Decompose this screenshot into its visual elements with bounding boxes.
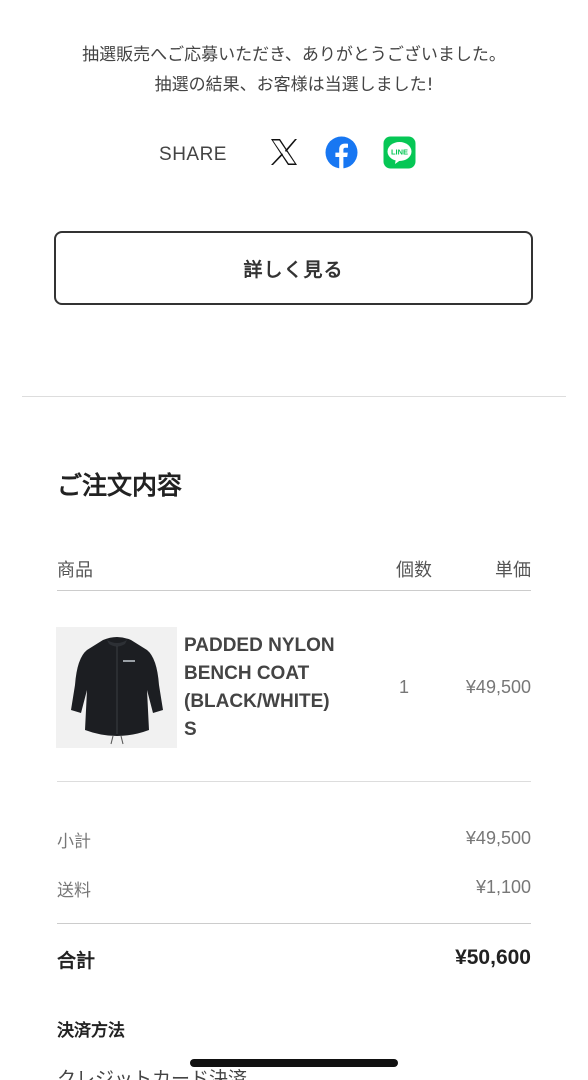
facebook-icon[interactable] — [325, 135, 359, 169]
product-image[interactable] — [56, 627, 177, 748]
product-quantity: 1 — [399, 677, 410, 697]
total-divider — [57, 923, 531, 924]
product-name[interactable]: PADDED NYLON BENCH COAT (BLACK/WHITE) S — [184, 632, 354, 744]
line-icon[interactable]: LINE — [383, 135, 417, 169]
total-value: ¥50,600 — [455, 946, 531, 969]
home-indicator[interactable] — [190, 1059, 398, 1067]
thank-you-line-1: 抽選販売へご応募いただき、ありがとうございました。 — [82, 45, 506, 65]
column-header-product: 商品 — [57, 560, 93, 581]
shipping-label: 送料 — [57, 881, 91, 901]
subtotal-label: 小計 — [57, 832, 91, 852]
thank-you-line-2: 抽選の結果、お客様は当選しました! — [154, 75, 434, 95]
product-name-line: BENCH COAT — [184, 663, 310, 684]
thank-you-message: 抽選販売へご応募いただき、ありがとうございました。 抽選の結果、お客様は当選しま… — [0, 40, 588, 100]
column-header-unit-price: 単価 — [495, 560, 531, 581]
total-label: 合計 — [57, 950, 96, 972]
subtotal-value: ¥49,500 — [465, 828, 531, 848]
table-header-divider — [57, 590, 531, 591]
payment-method-title: 決済方法 — [57, 1021, 125, 1041]
product-size: S — [184, 719, 197, 740]
svg-text:LINE: LINE — [391, 147, 408, 156]
item-divider — [57, 781, 531, 782]
order-section-title: ご注文内容 — [57, 471, 183, 500]
x-icon[interactable] — [267, 135, 301, 169]
shipping-value: ¥1,100 — [475, 877, 531, 897]
share-bar: SHARE LINE — [0, 135, 588, 169]
column-header-quantity: 個数 — [396, 560, 432, 581]
share-label: SHARE — [159, 144, 227, 165]
product-name-line: (BLACK/WHITE) — [184, 691, 330, 712]
section-divider — [22, 396, 566, 397]
view-details-button[interactable]: 詳しく見る — [54, 231, 533, 305]
product-name-line: PADDED NYLON — [184, 635, 335, 656]
product-unit-price: ¥49,500 — [465, 677, 531, 697]
